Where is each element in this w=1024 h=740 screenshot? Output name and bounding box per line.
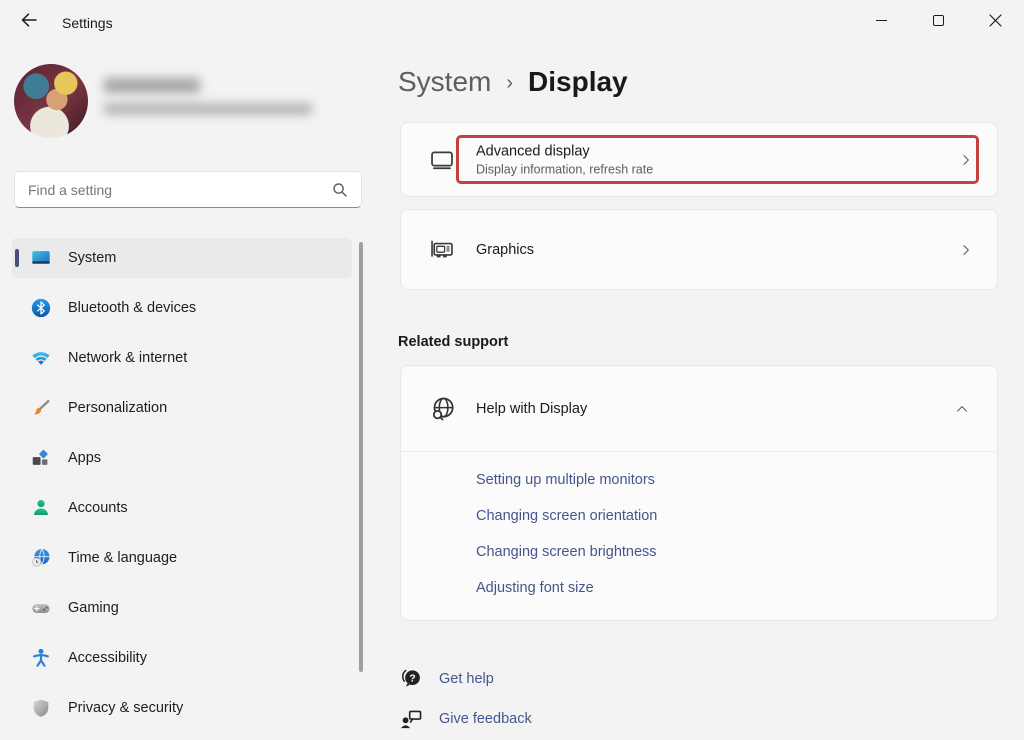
- close-button[interactable]: [967, 0, 1024, 40]
- sidebar-item-network-internet[interactable]: Network & internet: [12, 338, 352, 378]
- back-arrow-icon: [19, 10, 39, 30]
- blurred-user-email: [104, 103, 312, 115]
- advanced-display-text: Advanced display Display information, re…: [476, 143, 653, 176]
- advanced-display-subtitle: Display information, refresh rate: [476, 162, 653, 176]
- page-title: Display: [528, 66, 628, 98]
- give-feedback-label: Give feedback: [439, 711, 532, 727]
- blurred-user-name: [104, 78, 200, 93]
- maximize-button[interactable]: [910, 0, 967, 40]
- sidebar-item-label: Personalization: [68, 400, 167, 416]
- feedback-person-icon: [398, 706, 424, 732]
- give-feedback-link[interactable]: Give feedback: [398, 706, 532, 732]
- breadcrumb-system[interactable]: System: [398, 66, 491, 98]
- accounts-icon: [30, 497, 52, 519]
- selection-indicator: [15, 249, 19, 267]
- titlebar: Settings: [0, 0, 1024, 40]
- gpu-icon: [429, 237, 455, 263]
- user-avatar[interactable]: [14, 64, 88, 138]
- sidebar-item-accounts[interactable]: Accounts: [12, 488, 352, 528]
- chevron-right-icon: [959, 153, 973, 167]
- sidebar-item-gaming[interactable]: Gaming: [12, 588, 352, 628]
- personalization-icon: [30, 397, 52, 419]
- sidebar-item-label: System: [68, 250, 116, 266]
- help-bubble-icon: ?: [398, 666, 424, 692]
- help-link-screen-brightness[interactable]: Changing screen brightness: [476, 534, 657, 570]
- main-content: System › Display Advanced display Displa…: [380, 40, 1024, 740]
- sidebar-scrollbar[interactable]: [359, 242, 363, 672]
- sidebar-item-label: Gaming: [68, 600, 119, 616]
- close-icon: [989, 14, 1002, 27]
- get-help-label: Get help: [439, 671, 494, 687]
- help-card-title: Help with Display: [476, 401, 587, 417]
- sidebar-item-label: Time & language: [68, 550, 177, 566]
- bluetooth-icon: [30, 297, 52, 319]
- gaming-icon: [30, 597, 52, 619]
- sidebar-item-time-language[interactable]: Time & language: [12, 538, 352, 578]
- help-expander-header[interactable]: Help with Display: [401, 366, 997, 452]
- search-icon[interactable]: [332, 182, 348, 198]
- window-controls: [853, 0, 1024, 40]
- sidebar-item-apps[interactable]: Apps: [12, 438, 352, 478]
- help-links-list: Setting up multiple monitors Changing sc…: [476, 462, 657, 606]
- monitor-icon: [429, 147, 455, 173]
- privacy-security-icon: [30, 697, 52, 719]
- related-support-heading: Related support: [398, 334, 508, 350]
- chevron-right-icon: [959, 243, 973, 257]
- sidebar-item-personalization[interactable]: Personalization: [12, 388, 352, 428]
- minimize-icon: [876, 20, 887, 21]
- sidebar: System Bluetooth & devices: [0, 40, 380, 740]
- sidebar-item-system[interactable]: System: [12, 238, 352, 278]
- help-with-display-card: Help with Display Setting up multiple mo…: [400, 365, 998, 621]
- sidebar-item-bluetooth-devices[interactable]: Bluetooth & devices: [12, 288, 352, 328]
- sidebar-item-privacy-security[interactable]: Privacy & security: [12, 688, 352, 728]
- breadcrumb: System › Display: [398, 66, 628, 98]
- graphics-card[interactable]: Graphics: [400, 209, 998, 290]
- sidebar-item-accessibility[interactable]: Accessibility: [12, 638, 352, 678]
- sidebar-nav: System Bluetooth & devices: [0, 238, 362, 738]
- advanced-display-title: Advanced display: [476, 143, 653, 159]
- sidebar-item-label: Apps: [68, 450, 101, 466]
- graphics-title: Graphics: [476, 242, 534, 258]
- sidebar-item-label: Network & internet: [68, 350, 187, 366]
- breadcrumb-chevron-icon: ›: [506, 72, 513, 95]
- help-link-screen-orientation[interactable]: Changing screen orientation: [476, 498, 657, 534]
- apps-icon: [30, 447, 52, 469]
- time-language-icon: [30, 547, 52, 569]
- network-icon: [30, 347, 52, 369]
- sidebar-item-label: Bluetooth & devices: [68, 300, 196, 316]
- chevron-up-icon[interactable]: [955, 402, 969, 416]
- web-search-globe-icon: [429, 395, 457, 423]
- sidebar-item-label: Privacy & security: [68, 700, 183, 716]
- app-title: Settings: [62, 15, 113, 31]
- graphics-text: Graphics: [476, 242, 534, 258]
- minimize-button[interactable]: [853, 0, 910, 40]
- accessibility-icon: [30, 647, 52, 669]
- get-help-link[interactable]: ? Get help: [398, 666, 494, 692]
- help-link-font-size[interactable]: Adjusting font size: [476, 570, 657, 606]
- maximize-icon: [933, 15, 944, 26]
- system-icon: [30, 247, 52, 269]
- svg-text:?: ?: [409, 673, 415, 684]
- search-box[interactable]: [14, 171, 362, 208]
- search-input[interactable]: [28, 182, 332, 198]
- advanced-display-card[interactable]: Advanced display Display information, re…: [400, 122, 998, 197]
- back-button[interactable]: [12, 6, 46, 34]
- sidebar-item-label: Accessibility: [68, 650, 147, 666]
- help-link-multiple-monitors[interactable]: Setting up multiple monitors: [476, 462, 657, 498]
- sidebar-item-label: Accounts: [68, 500, 128, 516]
